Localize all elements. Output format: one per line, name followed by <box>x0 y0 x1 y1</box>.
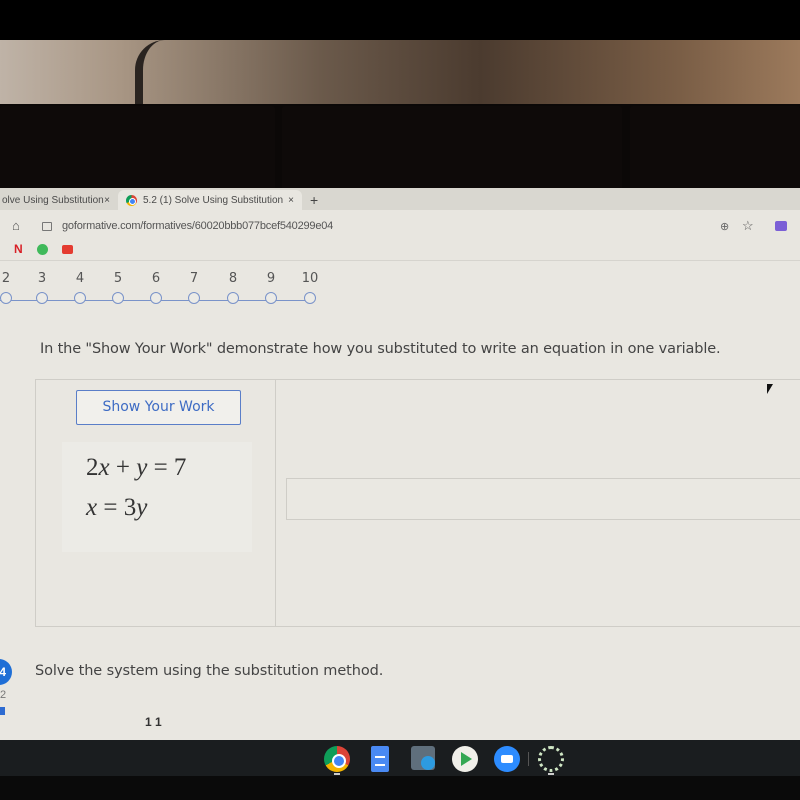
extension-icon[interactable] <box>775 221 787 231</box>
question-number-badge: 4 <box>0 659 12 685</box>
step-dot <box>188 292 200 304</box>
mouse-cursor-icon <box>767 384 773 394</box>
chromeos-shelf <box>0 740 800 776</box>
tab-5-2-solve-using-substitution[interactable]: 5.2 (1) Solve Using Substitution × <box>118 190 302 210</box>
question-prompt: In the "Show Your Work" demonstrate how … <box>40 341 721 357</box>
question-4-text: Solve the system using the substitution … <box>35 663 384 679</box>
address-bar[interactable]: goformative.com/formatives/60020bbb077bc… <box>62 220 333 232</box>
calculator-app-icon[interactable] <box>411 746 435 770</box>
browser-window: olve Using Substitution × 5.2 (1) Solve … <box>0 188 800 740</box>
running-indicator <box>548 773 554 775</box>
show-work-panel: Show Your Work 2x + y = 7 x = 3y <box>35 379 800 627</box>
photo-background-bottom <box>0 776 800 800</box>
new-tab-button[interactable]: + <box>310 192 318 208</box>
step-dot <box>265 292 277 304</box>
bookmark-star-icon[interactable]: ☆ <box>742 218 754 234</box>
zoom-icon[interactable]: ⊕ <box>720 220 729 233</box>
bezel-segment <box>0 106 275 192</box>
question-content: Show Your Work 2x + y = 7 x = 3y <box>36 380 276 626</box>
step-dot <box>74 292 86 304</box>
cut-off-content: 1 1 <box>145 715 162 729</box>
equation-2: x = 3y <box>86 494 148 521</box>
question-stepper: 2 3 4 5 6 7 8 9 10 <box>0 271 340 321</box>
step-dot <box>227 292 239 304</box>
step-dot <box>150 292 162 304</box>
shelf-divider <box>528 752 529 766</box>
step-dot <box>112 292 124 304</box>
bookmarks-bar <box>0 240 800 260</box>
question-points: 2 <box>0 689 7 701</box>
play-store-app-icon[interactable] <box>452 746 478 772</box>
flag-icon[interactable] <box>0 707 5 715</box>
home-icon[interactable]: ⌂ <box>12 218 20 233</box>
photo-background-top <box>0 0 800 40</box>
spotify-icon[interactable] <box>37 244 48 255</box>
formative-page: 2 3 4 5 6 7 8 9 10 In the "Show Your Wor… <box>0 260 800 740</box>
loading-app-icon[interactable] <box>538 746 564 772</box>
equation-image: 2x + y = 7 x = 3y <box>62 442 252 552</box>
zoom-app-icon[interactable] <box>494 746 520 772</box>
step-dot <box>0 292 12 304</box>
close-icon[interactable]: × <box>104 195 110 206</box>
close-icon[interactable]: × <box>288 195 294 206</box>
running-indicator <box>334 773 340 775</box>
bezel-segment <box>630 106 800 192</box>
show-your-work-button[interactable]: Show Your Work <box>76 390 241 425</box>
bezel-segment <box>282 106 622 192</box>
chrome-favicon-icon <box>126 194 137 206</box>
step-dot <box>304 292 316 304</box>
google-docs-app-icon[interactable] <box>371 746 389 772</box>
equation-1: 2x + y = 7 <box>86 454 187 481</box>
tab-strip: olve Using Substitution × 5.2 (1) Solve … <box>0 188 800 210</box>
step-dot <box>36 292 48 304</box>
chrome-app-icon[interactable] <box>324 746 350 772</box>
page-info-icon[interactable] <box>42 222 52 231</box>
youtube-icon[interactable] <box>62 245 73 254</box>
tab-label: 5.2 (1) Solve Using Substitution <box>143 194 284 206</box>
tab-label: olve Using Substitution <box>2 194 104 206</box>
netflix-icon[interactable]: N <box>14 242 23 256</box>
answer-input[interactable] <box>286 478 800 520</box>
photo-background-wall <box>0 40 800 106</box>
tab-solve-using-substitution[interactable]: olve Using Substitution × <box>0 190 118 210</box>
